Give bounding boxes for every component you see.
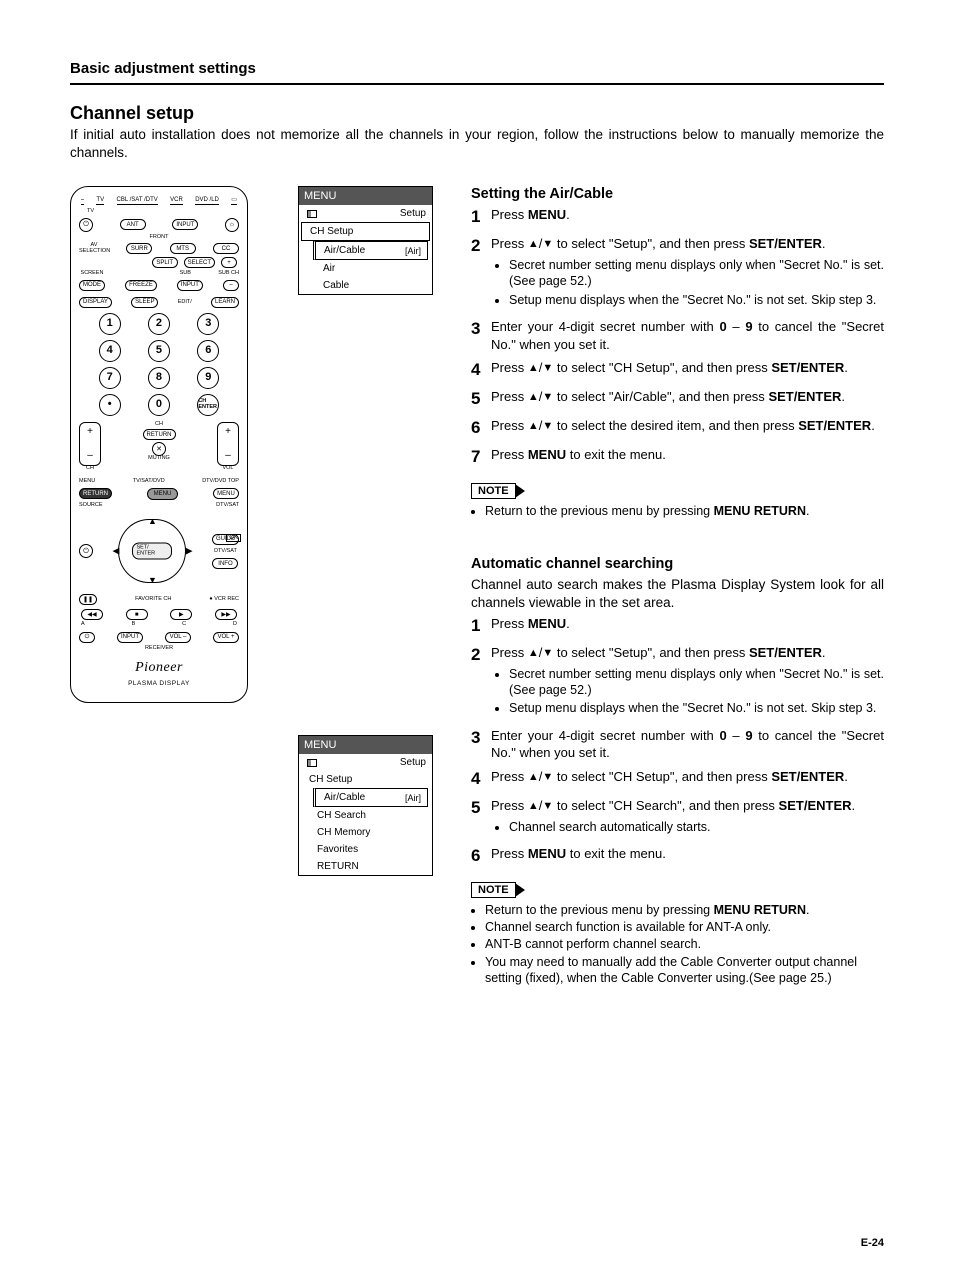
remote-illustration: ⎯ TV CBL /SAT /DTV VCR DVD /LD ▭ TV ⏻ AN… (70, 186, 248, 703)
brightness-icon: ☼ (225, 218, 239, 232)
menu-illustration-2: MENUSetupCH SetupAir/Cable[Air]CH Search… (298, 735, 433, 876)
note-label: NOTE (471, 483, 516, 499)
power-icon: ⏻ (79, 544, 93, 558)
mute-icon: ✕ (152, 442, 166, 456)
page-header: Basic adjustment settings (70, 60, 884, 77)
header-rule (70, 83, 884, 85)
page-number: E-24 (861, 1237, 884, 1249)
subsection-title: Automatic channel searching (471, 556, 884, 572)
notes-list: Return to the previous menu by pressing … (471, 503, 884, 519)
power-icon: ⏻ (79, 218, 93, 232)
steps-list: 1Press MENU.2Press ▲/▼ to select "Setup"… (471, 206, 884, 468)
subsection-intro: Channel auto search makes the Plasma Dis… (471, 576, 884, 611)
section-title: Channel setup (70, 103, 884, 124)
menu-illustration-1: MENUSetupCH SetupAir/Cable[Air]AirCable (298, 186, 433, 295)
note-label: NOTE (471, 882, 516, 898)
subsection-title: Setting the Air/Cable (471, 186, 884, 202)
dpad: ▲▼◀▶ SET/ ENTER (112, 515, 192, 587)
section-intro: If initial auto installation does not me… (70, 126, 884, 162)
steps-list: 1Press MENU.2Press ▲/▼ to select "Setup"… (471, 615, 884, 868)
notes-list: Return to the previous menu by pressing … (471, 902, 884, 986)
brand-logo: Pioneer (79, 661, 239, 675)
